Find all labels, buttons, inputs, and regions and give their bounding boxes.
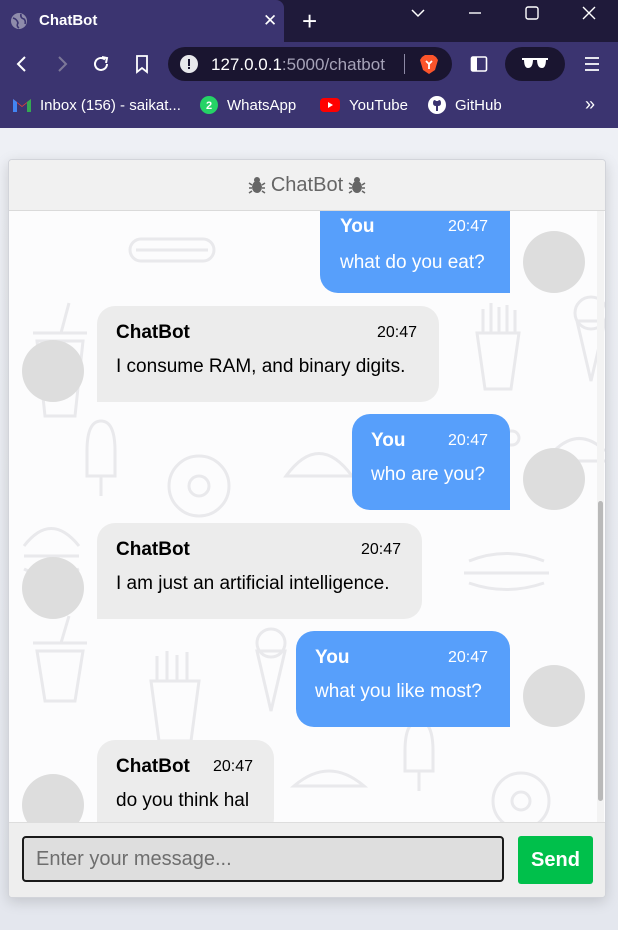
chat-header: ChatBot: [9, 160, 605, 211]
maximize-icon[interactable]: [523, 4, 541, 27]
sunglasses-icon: [521, 56, 549, 77]
bookmark-whatsapp[interactable]: 2 WhatsApp: [199, 95, 296, 115]
svg-text:2: 2: [206, 100, 212, 112]
reload-icon[interactable]: [91, 54, 111, 79]
bookmarks-bar: Inbox (156) - saikat... 2 WhatsApp YouTu…: [0, 86, 618, 128]
user-message-bubble: You 20:47 what you like most?: [296, 631, 510, 727]
message-text: I consume RAM, and binary digits.: [116, 356, 406, 377]
bookmark-github[interactable]: GitHub: [427, 95, 502, 115]
bot-message-bubble: ChatBot 20:47 I am just an artificial in…: [97, 523, 422, 619]
scrollbar-thumb[interactable]: [598, 501, 603, 801]
background-pattern: [22, 237, 605, 822]
bug-icon: [347, 175, 367, 195]
menu-icon[interactable]: [584, 55, 600, 78]
message-text: I am just an artificial intelligence.: [116, 573, 390, 594]
message-time: 20:47: [448, 432, 489, 449]
tab-strip: ChatBot ✕ +: [0, 0, 618, 42]
message-text: what you like most?: [315, 681, 482, 702]
address-bar[interactable]: 127.0.0.1:5000/chatbot: [168, 47, 452, 81]
user-message-bubble: You 20:47 what do you eat?: [320, 211, 510, 293]
user-avatar: [523, 448, 585, 510]
message-composer: Send: [9, 822, 605, 897]
url-text: 127.0.0.1:5000/chatbot: [211, 55, 385, 74]
user-avatar: [523, 665, 585, 727]
window-close-icon[interactable]: [580, 4, 598, 27]
site-info-icon[interactable]: [180, 55, 198, 73]
message-time: 20:47: [448, 649, 489, 666]
message-sender: ChatBot: [116, 539, 190, 560]
github-icon: [427, 95, 447, 115]
send-button[interactable]: Send: [518, 836, 593, 884]
message-time: 20:47: [361, 541, 402, 558]
youtube-icon: [319, 97, 341, 113]
brave-shields-icon[interactable]: [418, 53, 440, 80]
bug-icon: [247, 175, 267, 195]
chat-window: ChatBot You 20:47 what do you eat? ChatB…: [8, 159, 606, 898]
whatsapp-icon: 2: [199, 95, 219, 115]
new-tab-icon[interactable]: +: [302, 7, 317, 35]
tab-title: ChatBot: [39, 12, 98, 29]
message-sender: ChatBot: [116, 756, 190, 777]
browser-tab[interactable]: ChatBot ✕: [0, 0, 284, 42]
message-sender: You: [371, 430, 406, 451]
message-list[interactable]: You 20:47 what do you eat? ChatBot 20:47…: [9, 211, 605, 822]
user-message-bubble: You 20:47 who are you?: [352, 414, 510, 510]
bookmark-icon[interactable]: [132, 54, 152, 79]
bot-message-bubble: ChatBot 20:47 do you think hal: [97, 740, 274, 822]
message-text: do you think hal: [116, 790, 250, 811]
gmail-icon: [12, 97, 32, 113]
private-window-badge[interactable]: [505, 47, 565, 81]
forward-icon[interactable]: [52, 54, 72, 79]
message-text: what do you eat?: [340, 252, 485, 273]
chat-title: ChatBot: [270, 173, 344, 196]
minimize-icon[interactable]: [466, 4, 484, 27]
message-time: 20:47: [448, 218, 489, 235]
message-sender: You: [315, 647, 350, 668]
message-time: 20:47: [377, 324, 418, 341]
message-time: 20:47: [213, 758, 254, 775]
sidebar-toggle-icon[interactable]: [470, 55, 488, 78]
chat-scrollbar[interactable]: [597, 211, 604, 822]
message-text: who are you?: [371, 464, 486, 485]
bot-avatar: [22, 340, 84, 402]
close-tab-icon[interactable]: ✕: [263, 12, 277, 30]
bot-message-bubble: ChatBot 20:47 I consume RAM, and binary …: [97, 306, 439, 402]
url-divider: [404, 54, 405, 74]
bookmark-youtube[interactable]: YouTube: [319, 95, 408, 115]
page-content: ChatBot You 20:47 what do you eat? ChatB…: [0, 128, 618, 930]
message-sender: You: [340, 216, 375, 237]
bookmark-gmail[interactable]: Inbox (156) - saikat...: [12, 95, 181, 115]
user-avatar: [523, 231, 585, 293]
bot-avatar: [22, 557, 84, 619]
message-input[interactable]: [22, 836, 504, 882]
more-bookmarks-icon[interactable]: »: [585, 94, 595, 115]
tab-search-icon[interactable]: [409, 4, 427, 27]
globe-icon: [10, 12, 28, 35]
message-sender: ChatBot: [116, 322, 190, 343]
back-icon[interactable]: [12, 54, 32, 79]
